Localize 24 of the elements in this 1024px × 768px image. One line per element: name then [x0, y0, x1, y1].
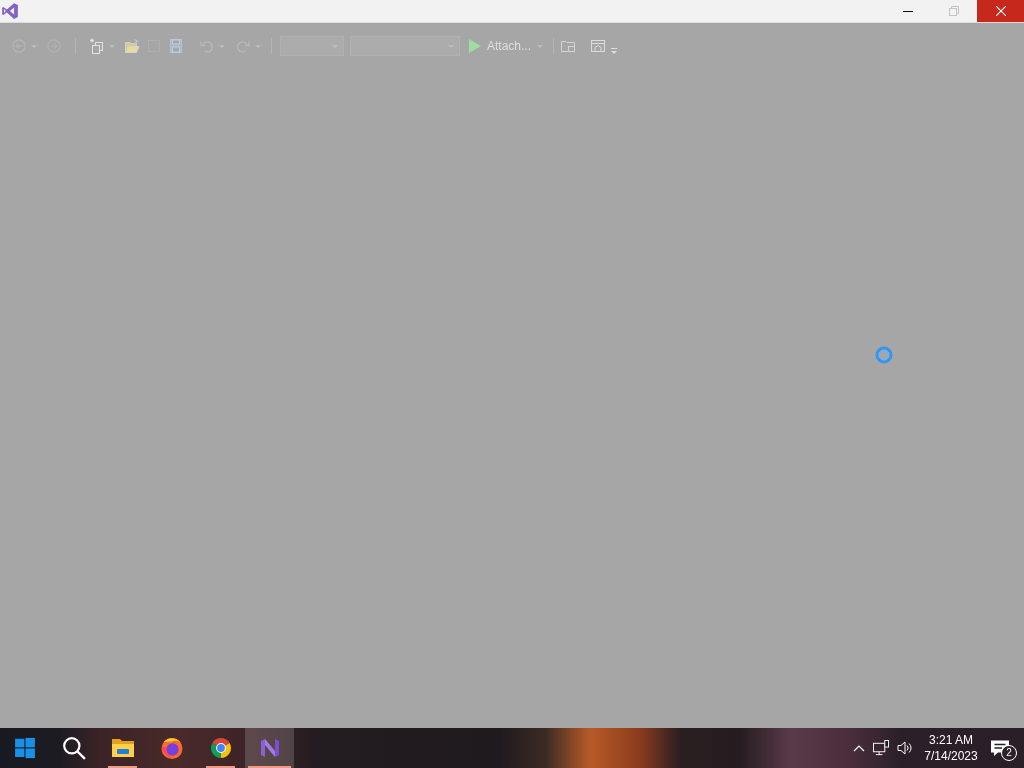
speaker-icon	[896, 740, 913, 756]
sparkle-documents-icon	[89, 38, 105, 54]
clock-button[interactable]: 3:21 AM 7/14/2023	[920, 728, 982, 768]
chevron-up-icon	[852, 744, 865, 752]
play-icon	[469, 39, 481, 53]
folder-icon	[110, 736, 135, 760]
folder-icon	[124, 38, 140, 54]
minimize-icon	[903, 10, 913, 12]
taskbar-app-button[interactable]	[245, 728, 294, 768]
action-center-button[interactable]: 2	[986, 728, 1016, 768]
notification-badge: 2	[1001, 745, 1017, 761]
window-icon	[590, 38, 607, 54]
overflow-icon	[611, 48, 618, 54]
folder-window-icon	[560, 38, 577, 54]
close-icon	[995, 6, 1006, 16]
browser-logo-icon	[159, 736, 184, 760]
monitor-icon	[873, 740, 890, 756]
loading-ring-icon	[874, 345, 894, 365]
browser-logo-icon	[208, 736, 233, 760]
close-button[interactable]	[977, 0, 1024, 22]
windows-logo-icon	[13, 737, 36, 759]
search-icon	[61, 736, 86, 760]
app-logo-icon	[1, 2, 19, 20]
restore-icon	[949, 6, 959, 16]
